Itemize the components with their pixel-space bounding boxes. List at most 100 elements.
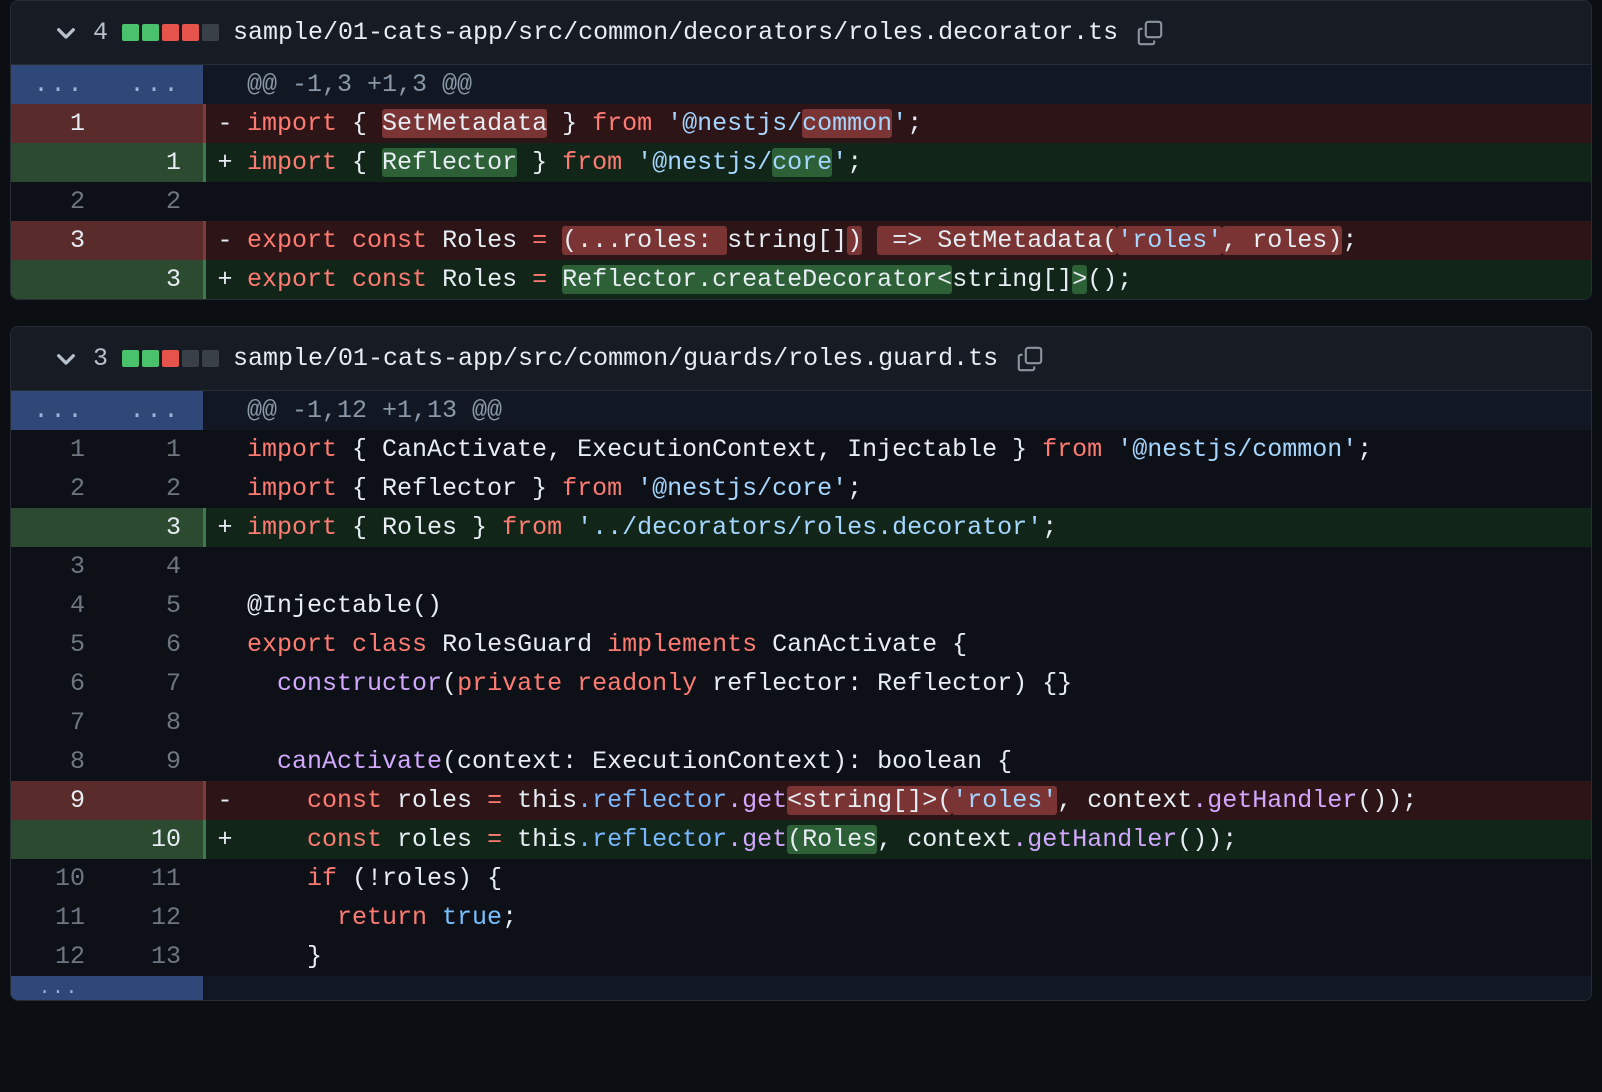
diff-row-addition[interactable]: 10 + const roles = this.reflector.get(Ro… [11,820,1591,859]
deletion-sign: - [217,786,233,815]
diffstat-square-add [122,350,140,367]
new-line-number: ... [107,65,203,104]
new-line-number: 12 [107,898,203,937]
diffstat-square-del [162,350,180,367]
deletion-sign: - [217,109,233,138]
diff-row-context[interactable]: 2 2 import { Reflector } from '@nestjs/c… [11,469,1591,508]
file-path[interactable]: sample/01-cats-app/src/common/guards/rol… [233,344,998,373]
old-line-number: 2 [11,182,107,221]
new-line-number: ... [107,391,203,430]
diff-row-context[interactable]: 11 12 return true; [11,898,1591,937]
new-line-number: 2 [107,182,203,221]
code-line: constructor(private readonly reflector: … [203,664,1591,703]
new-line-number [107,781,203,820]
old-line-number: 3 [11,547,107,586]
deletion-sign: - [217,226,233,255]
old-line-number: 4 [11,586,107,625]
new-line-number: 11 [107,859,203,898]
code-line: @Injectable() [203,586,1591,625]
hunk-header-row[interactable]: ... ... @@ -1,3 +1,3 @@ [11,65,1591,104]
new-line-number: 5 [107,586,203,625]
diff-row-context[interactable]: 1 1 import { CanActivate, ExecutionConte… [11,430,1591,469]
addition-sign: + [217,148,233,177]
code-line: + import { Roles } from '../decorators/ro… [203,508,1591,547]
old-line-number: 12 [11,937,107,976]
code-line: import { Reflector } from '@nestjs/core'… [203,469,1591,508]
diffstat-square-neutral [182,350,200,367]
diff-row-context[interactable]: 2 2 [11,182,1591,221]
addition-sign: + [217,513,233,542]
file-change-count: 4 [93,18,109,47]
diff-row-addition[interactable]: 3 + import { Roles } from '../decorators/… [11,508,1591,547]
diff-row-context[interactable]: 4 5 @Injectable() [11,586,1591,625]
old-line-number: 3 [11,221,107,260]
copy-icon[interactable] [1136,19,1164,47]
code-line: + export const Roles = Reflector.createDe… [203,260,1591,299]
old-line-number: 2 [11,469,107,508]
old-line-number [11,143,107,182]
diff-table-2: ... ... @@ -1,12 +1,13 @@ 1 1 import { C… [11,391,1591,1000]
code-line: return true; [203,898,1591,937]
code-line [203,182,1591,221]
new-line-number: 1 [107,430,203,469]
diffstat-square-add [142,24,160,41]
file-header-1[interactable]: 4 sample/01-cats-app/src/common/decorato… [11,1,1591,65]
diffstat-square-del [162,24,180,41]
code-line: canActivate(context: ExecutionContext): … [203,742,1591,781]
diff-row-context[interactable]: 6 7 constructor(private readonly reflect… [11,664,1591,703]
expand-dots-new [107,976,203,1000]
diff-row-context[interactable]: 12 13 } [11,937,1591,976]
old-line-number [11,260,107,299]
diff-row-context[interactable]: 7 8 [11,703,1591,742]
code-line: - export const Roles = (...roles: string[… [203,221,1591,260]
code-line: - const roles = this.reflector.get<strin… [203,781,1591,820]
new-line-number: 8 [107,703,203,742]
diff-page: 4 sample/01-cats-app/src/common/decorato… [0,0,1602,1092]
old-line-number: 11 [11,898,107,937]
file-path[interactable]: sample/01-cats-app/src/common/decorators… [233,18,1118,47]
new-line-number: 10 [107,820,203,859]
hunk-header-text: @@ -1,3 +1,3 @@ [203,65,1591,104]
addition-sign: + [217,825,233,854]
diff-row-addition[interactable]: 3 + export const Roles = Reflector.create… [11,260,1591,299]
copy-icon[interactable] [1016,345,1044,373]
code-line [203,547,1591,586]
new-line-number: 13 [107,937,203,976]
old-line-number: 1 [11,430,107,469]
code-line: export class RolesGuard implements CanAc… [203,625,1591,664]
diff-row-context[interactable]: 8 9 canActivate(context: ExecutionContex… [11,742,1591,781]
chevron-down-icon[interactable] [53,20,79,46]
diff-row-context[interactable]: 10 11 if (!roles) { [11,859,1591,898]
old-line-number: 5 [11,625,107,664]
diffstat-square-del [182,24,200,41]
diff-row-deletion[interactable]: 9 - const roles = this.reflector.get<str… [11,781,1591,820]
expand-area [203,976,1591,1000]
new-line-number: 7 [107,664,203,703]
diff-row-context[interactable]: 3 4 [11,547,1591,586]
file-header-2[interactable]: 3 sample/01-cats-app/src/common/guards/r… [11,327,1591,391]
old-line-number [11,820,107,859]
diff-row-context[interactable]: 5 6 export class RolesGuard implements C… [11,625,1591,664]
diff-row-deletion[interactable]: 3 - export const Roles = (...roles: strin… [11,221,1591,260]
code-line: + import { Reflector } from '@nestjs/core… [203,143,1591,182]
hunk-header-row[interactable]: ... ... @@ -1,12 +1,13 @@ [11,391,1591,430]
code-line: } [203,937,1591,976]
diffstat-bar-1 [122,24,220,41]
old-line-number [11,508,107,547]
diffstat-bar-2 [122,350,220,367]
old-line-number: 6 [11,664,107,703]
new-line-number: 3 [107,260,203,299]
new-line-number: 4 [107,547,203,586]
diff-row-deletion[interactable]: 1 - import { SetMetadata } from '@nestjs/… [11,104,1591,143]
diff-row-addition[interactable]: 1 + import { Reflector } from '@nestjs/co… [11,143,1591,182]
chevron-down-icon[interactable] [53,346,79,372]
code-line: if (!roles) { [203,859,1591,898]
hunk-header-text: @@ -1,12 +1,13 @@ [203,391,1591,430]
new-line-number: 2 [107,469,203,508]
old-line-number: ... [11,65,107,104]
hunk-expand-row[interactable]: ... [11,976,1591,1000]
diffstat-square-add [142,350,160,367]
new-line-number [107,104,203,143]
new-line-number: 3 [107,508,203,547]
old-line-number: ... [11,391,107,430]
